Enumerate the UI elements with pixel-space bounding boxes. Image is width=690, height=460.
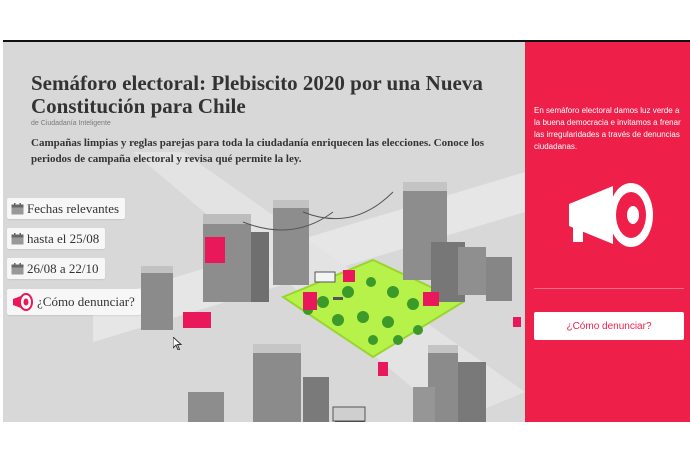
mouse-cursor-icon [172,335,183,355]
menu-item-label: hasta el 25/08 [27,230,100,246]
intro-text: Campañas limpias y reglas parejas para t… [31,137,485,165]
page-title: Semáforo electoral: Plebiscito 2020 por … [31,71,483,118]
calendar-icon [11,202,24,215]
calendar-icon [11,262,24,275]
city-illustration [93,152,525,422]
como-denunciar-button[interactable]: ¿Cómo denunciar? [534,312,684,340]
sidebar: En semáforo electoral damos luz verde a … [525,42,690,422]
megaphone-icon [11,293,33,311]
menu-item-label: Fechas relevantes [27,200,120,216]
menu-hasta-25-08[interactable]: hasta el 25/08 [7,228,106,249]
menu-fechas-relevantes[interactable]: Fechas relevantes [7,198,126,219]
menu-item-label: ¿Cómo denunciar? [37,294,135,309]
app-frame: Semáforo electoral: Plebiscito 2020 por … [3,40,690,422]
sidebar-text: En semáforo electoral damos luz verde a … [534,106,681,151]
menu-26-08-a-22-10[interactable]: 26/08 a 22/10 [7,258,105,279]
main-panel: Semáforo electoral: Plebiscito 2020 por … [3,42,525,422]
calendar-icon [11,232,24,245]
page-subtitle: de Ciudadanía Inteligente [31,120,111,127]
sidebar-divider [534,288,684,289]
megaphone-icon [569,183,653,247]
menu-como-denunciar[interactable]: ¿Cómo denunciar? [7,289,141,315]
menu-item-label: 26/08 a 22/10 [27,260,99,276]
